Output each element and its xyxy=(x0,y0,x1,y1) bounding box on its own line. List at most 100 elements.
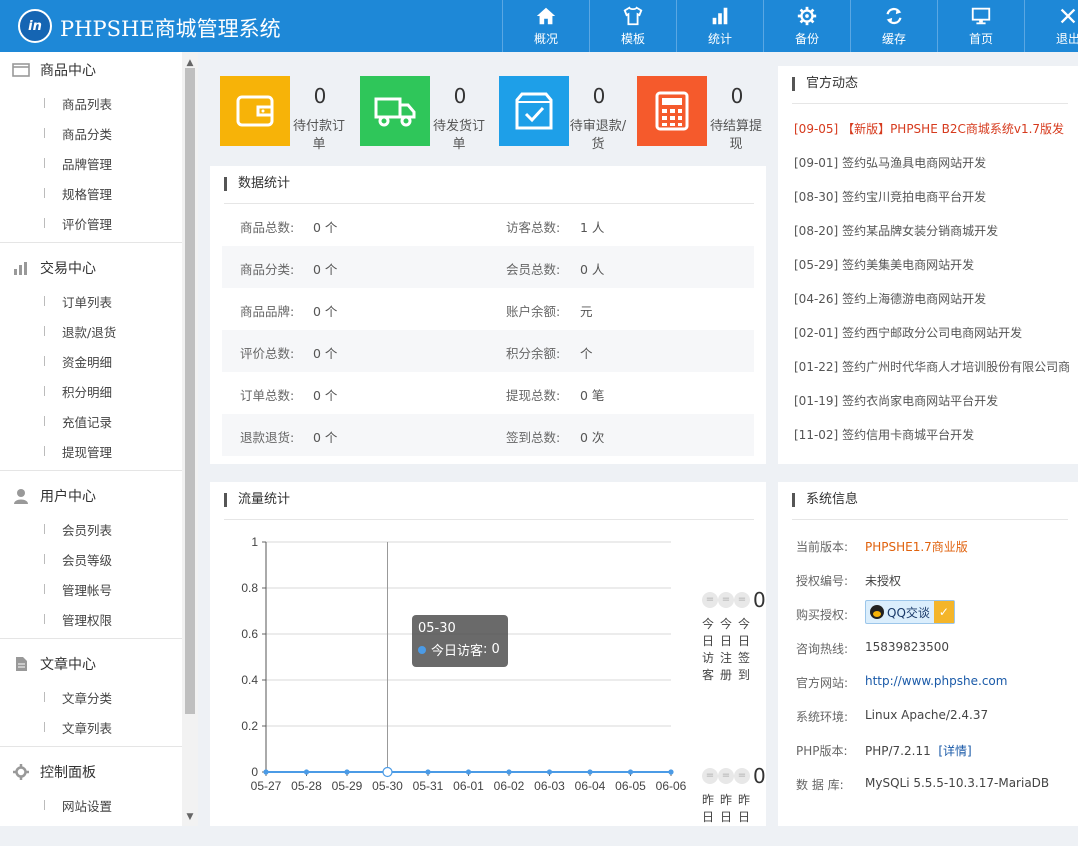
sysinfo-version: PHPSHE1.7商业版 xyxy=(865,540,968,554)
top-nav: 概况 模板 统计 备份 缓存 首页 退出 xyxy=(502,0,1078,52)
news-text: 签约上海德游电商网站开发 xyxy=(842,292,987,306)
yesterday-summary: = = = 0 昨日 昨日 昨日 xyxy=(702,764,766,826)
sidebar-item-label: 管理权限 xyxy=(62,612,113,628)
news-item[interactable]: [01-19] 签约衣尚家电商网站平台开发 xyxy=(794,392,1069,409)
news-item[interactable]: [08-20] 签约某品牌女装分销商城开发 xyxy=(794,222,1069,239)
sysinfo-key: 系统环境: xyxy=(796,710,849,724)
sidebar-item-label: 提现管理 xyxy=(62,444,113,460)
nav-statistics[interactable]: 统计 xyxy=(676,0,763,52)
data-stats-row: 商品品牌: 0 个 账户余额: 元 xyxy=(222,288,754,330)
tooltip-series: 今日访客 xyxy=(431,644,484,659)
sidebar-item[interactable]: 评价管理 xyxy=(0,208,182,238)
sidebar-item-label: 积分明细 xyxy=(62,384,113,400)
sidebar-group-title: 文章中心 xyxy=(40,657,96,673)
scroll-down-icon[interactable]: ▼ xyxy=(184,812,196,822)
php-detail-link[interactable]: [详情] xyxy=(938,744,971,758)
sidebar-item[interactable]: 商品列表 xyxy=(0,88,182,118)
news-item[interactable]: [01-22] 签约广州时代华商人才培训股份有限公司商 xyxy=(794,358,1069,375)
x-tick-label: 05-31 xyxy=(413,779,444,793)
sidebar-item[interactable]: 退款/退货 xyxy=(0,316,182,346)
data-stats-row: 订单总数: 0 个 提现总数: 0 笔 xyxy=(222,372,754,414)
news-date: [11-02] xyxy=(794,428,839,442)
stat-pending-refund[interactable]: 0 待审退款/货 xyxy=(499,76,639,152)
bar-chart-icon xyxy=(712,7,728,25)
x-tick-label: 05-27 xyxy=(251,779,282,793)
news-date: [09-05] xyxy=(794,122,839,136)
x-tick-label: 06-06 xyxy=(656,779,687,793)
stat-pending-shipment[interactable]: 0 待发货订单 xyxy=(360,76,500,152)
sidebar-group-title: 交易中心 xyxy=(40,261,96,277)
news-title: 官方动态 xyxy=(792,74,1068,104)
sidebar-item[interactable]: 管理帐号 xyxy=(0,574,182,604)
news-date: [08-20] xyxy=(794,224,839,238)
sidebar-group-goods: 商品中心 商品列表 商品分类 品牌管理 规格管理 评价管理 xyxy=(0,52,182,238)
sidebar-item[interactable]: 积分明细 xyxy=(0,376,182,406)
sysinfo-key: 咨询热线: xyxy=(796,642,849,656)
nav-homepage[interactable]: 首页 xyxy=(937,0,1024,52)
data-stats-panel: 数据统计 商品总数: 0 个 访客总数: 1 人 商品分类: 0 个 会员总数:… xyxy=(210,166,766,464)
refresh-icon xyxy=(886,7,902,25)
data-stats-row: 退款退货: 0 个 签到总数: 0 次 xyxy=(222,414,754,456)
info-circle-icon: = xyxy=(734,768,750,784)
news-item[interactable]: [05-29] 签约美集美电商网站开发 xyxy=(794,256,1069,273)
sidebar-item[interactable]: 商品分类 xyxy=(0,118,182,148)
nav-overview[interactable]: 概况 xyxy=(502,0,589,52)
news-item[interactable]: [09-05] 【新版】PHPSHE B2C商城系统v1.7版发 xyxy=(794,120,1069,137)
data-stats-row: 商品总数: 0 个 访客总数: 1 人 xyxy=(222,204,754,246)
nav-backup[interactable]: 备份 xyxy=(763,0,850,52)
sysinfo-environment: Linux Apache/2.4.37 xyxy=(865,708,989,722)
news-text: 签约宝川竞拍电商平台开发 xyxy=(842,190,987,204)
today-label: 今日签到 xyxy=(738,617,751,682)
news-item[interactable]: [02-01] 签约西宁邮政分公司电商网站开发 xyxy=(794,324,1069,341)
y-tick-label: 0.6 xyxy=(241,627,258,641)
sysinfo-key: 购买授权: xyxy=(796,608,849,622)
sysinfo-key: PHP版本: xyxy=(796,744,848,758)
sidebar-item[interactable]: 充值记录 xyxy=(0,406,182,436)
scroll-up-icon[interactable]: ▲ xyxy=(184,58,196,68)
sysinfo-website-link[interactable]: http://www.phpshe.com xyxy=(865,674,1007,688)
divider xyxy=(0,746,182,747)
sidebar-item[interactable]: 文章分类 xyxy=(0,682,182,712)
check-icon: ✓ xyxy=(933,601,954,623)
sidebar-group-header[interactable]: 文章中心 xyxy=(0,646,182,682)
news-item[interactable]: [11-02] 签约信用卡商城平台开发 xyxy=(794,426,1069,443)
data-stats-row: 商品分类: 0 个 会员总数: 0 人 xyxy=(222,246,754,288)
traffic-chart: 0 0.2 0.4 0.6 0.8 1 05-27 05-28 05-29 05-30 05-31 0… xyxy=(241,535,687,793)
nav-cache[interactable]: 缓存 xyxy=(850,0,937,52)
stat-key: 商品分类: xyxy=(240,262,295,277)
sidebar-item[interactable]: 订单列表 xyxy=(0,286,182,316)
sidebar-item[interactable]: 提现管理 xyxy=(0,436,182,466)
stat-value: 0 xyxy=(730,84,744,108)
sidebar-group-header[interactable]: 商品中心 xyxy=(0,52,182,88)
sidebar-scrollbar-thumb[interactable] xyxy=(185,68,195,714)
sidebar-item[interactable]: 会员列表 xyxy=(0,514,182,544)
news-item[interactable]: [09-01] 签约弘马渔具电商网站开发 xyxy=(794,154,1069,171)
news-text: 签约美集美电商网站开发 xyxy=(842,258,975,272)
nav-label: 概况 xyxy=(533,32,558,46)
sysinfo-php-version: PHP/7.2.11 [详情] xyxy=(865,742,972,759)
stat-pending-withdraw[interactable]: 0 待结算提现 xyxy=(637,76,777,152)
series-dot-icon xyxy=(418,645,426,654)
sidebar-group-header[interactable]: 交易中心 xyxy=(0,250,182,286)
chart-tooltip: 05-30 今日访客: 0 xyxy=(412,615,508,667)
sidebar-item[interactable]: 资金明细 xyxy=(0,346,182,376)
sidebar-item[interactable]: 网站设置 xyxy=(0,790,182,820)
sidebar-item[interactable]: 规格管理 xyxy=(0,178,182,208)
qq-chat-button[interactable]: QQ交谈 ✓ xyxy=(865,600,955,624)
sidebar-item[interactable]: 品牌管理 xyxy=(0,148,182,178)
stat-key: 商品总数: xyxy=(240,220,295,235)
nav-template[interactable]: 模板 xyxy=(589,0,676,52)
home-icon xyxy=(536,7,556,25)
stat-pending-payment[interactable]: 0 待付款订单 xyxy=(220,76,360,152)
nav-logout[interactable]: 退出 xyxy=(1024,0,1078,52)
news-item[interactable]: [08-30] 签约宝川竞拍电商平台开发 xyxy=(794,188,1069,205)
stat-value: 0 xyxy=(592,84,606,108)
sidebar-item[interactable]: 文章列表 xyxy=(0,712,182,742)
sidebar-group-header[interactable]: 控制面板 xyxy=(0,754,182,790)
stat-value: 0 个 xyxy=(313,304,338,319)
stat-key: 退款退货: xyxy=(240,430,295,445)
sidebar-item[interactable]: 会员等级 xyxy=(0,544,182,574)
sidebar-group-header[interactable]: 用户中心 xyxy=(0,478,182,514)
news-item[interactable]: [04-26] 签约上海德游电商网站开发 xyxy=(794,290,1069,307)
sidebar-item[interactable]: 管理权限 xyxy=(0,604,182,634)
